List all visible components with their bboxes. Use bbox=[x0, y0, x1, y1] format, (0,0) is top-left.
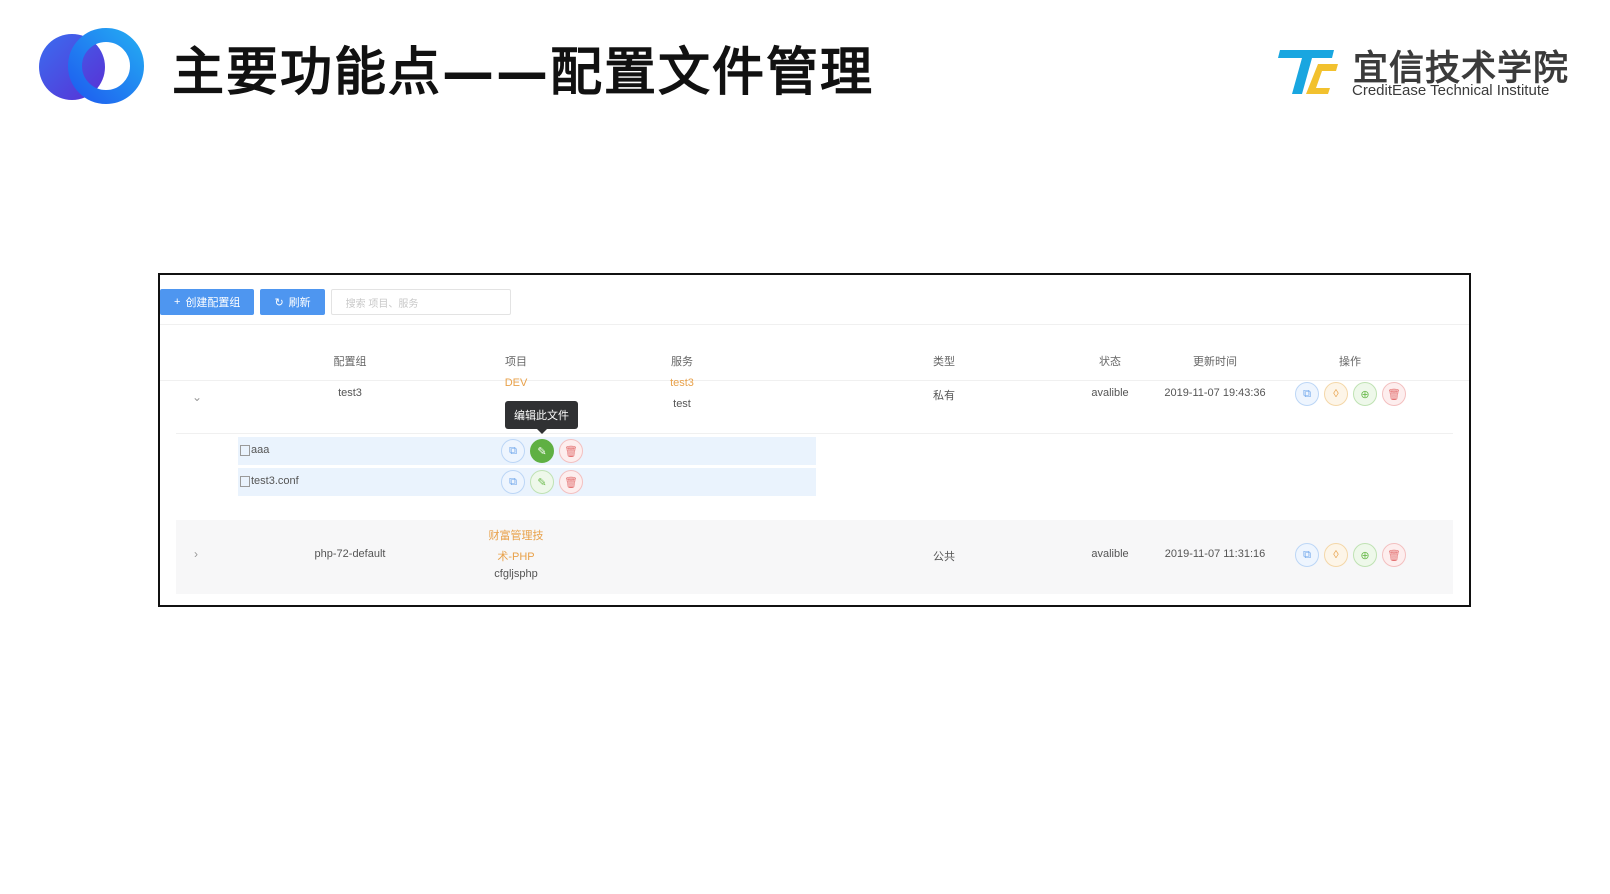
header-group: 配置组 bbox=[333, 356, 367, 368]
trash-icon[interactable]: 🗑 bbox=[559, 470, 583, 494]
header-service: 服务 bbox=[671, 356, 693, 368]
row-service-text: test bbox=[673, 398, 691, 410]
trash-icon[interactable]: 🗑 bbox=[1382, 382, 1406, 406]
refresh-icon: ↻ bbox=[274, 296, 284, 309]
chevron-right-icon[interactable]: › bbox=[194, 547, 198, 561]
edit-icon[interactable]: ✎ bbox=[530, 439, 554, 463]
search-input[interactable]: 搜索 项目、服务 bbox=[330, 289, 511, 315]
toolbar: + 创建配置组 ↻ 刷新 搜索 项目、服务 bbox=[160, 289, 511, 315]
file-icon bbox=[240, 475, 250, 487]
file-name-text: test3.conf bbox=[251, 475, 299, 487]
brand-logo: 宜信技术学院 CreditEase Technical Institute bbox=[1278, 40, 1598, 104]
row-updated: 2019-11-07 19:43:36 bbox=[1164, 387, 1266, 399]
row-group: php-72-default bbox=[314, 548, 386, 560]
chevron-down-icon[interactable]: ⌄ bbox=[192, 390, 202, 404]
row-updated: 2019-11-07 11:31:16 bbox=[1164, 548, 1266, 560]
header-project: 项目 bbox=[505, 356, 527, 368]
plus-circle-icon[interactable]: ⊕ bbox=[1353, 543, 1377, 567]
trash-icon[interactable]: 🗑 bbox=[559, 439, 583, 463]
tooltip: 编辑此文件 bbox=[505, 401, 578, 434]
row-actions: ⧉ ◊ ⊕ 🗑 bbox=[1295, 543, 1406, 567]
file-actions: ⧉ ✎ 🗑 bbox=[501, 439, 583, 463]
row-project-code: cfgljsphp bbox=[494, 568, 538, 580]
file-icon bbox=[240, 444, 250, 456]
refresh-button[interactable]: ↻ 刷新 bbox=[260, 289, 325, 315]
create-config-group-label: 创建配置组 bbox=[185, 297, 241, 309]
row-group: test3 bbox=[338, 387, 362, 399]
edit-icon[interactable]: ✎ bbox=[530, 470, 554, 494]
row-service-link[interactable]: test3 bbox=[670, 377, 694, 389]
row-type: 私有 bbox=[933, 390, 955, 402]
header-status: 状态 bbox=[1099, 356, 1121, 368]
row-type: 公共 bbox=[933, 551, 955, 563]
plus-circle-icon[interactable]: ⊕ bbox=[1353, 382, 1377, 406]
copy-icon[interactable]: ⧉ bbox=[1295, 543, 1319, 567]
copy-icon[interactable]: ⧉ bbox=[1295, 382, 1319, 406]
header-type: 类型 bbox=[933, 356, 955, 368]
header-updated: 更新时间 bbox=[1193, 356, 1237, 368]
toolbar-divider bbox=[160, 324, 1469, 325]
plus-icon: + bbox=[174, 296, 181, 308]
file-name-text: aaa bbox=[251, 444, 270, 456]
refresh-label: 刷新 bbox=[288, 297, 311, 309]
search-placeholder: 搜索 项目、服务 bbox=[345, 298, 419, 310]
file-name[interactable]: test3.conf bbox=[240, 475, 299, 487]
file-row: test3.conf ⧉ ✎ 🗑 bbox=[238, 468, 816, 496]
copy-icon[interactable]: ⧉ bbox=[501, 439, 525, 463]
slide-title: 主要功能点——配置文件管理 bbox=[172, 43, 875, 103]
row-project-line2[interactable]: 术-PHP bbox=[497, 548, 534, 564]
trash-icon[interactable]: 🗑 bbox=[1382, 543, 1406, 567]
row-status: avalible bbox=[1091, 548, 1129, 560]
row-actions: ⧉ ◊ ⊕ 🗑 bbox=[1295, 382, 1406, 406]
bulb-icon[interactable]: ◊ bbox=[1324, 382, 1348, 406]
logo-rings-icon bbox=[39, 28, 144, 104]
row-project[interactable]: DEV bbox=[505, 377, 528, 389]
config-manager-screenshot: + 创建配置组 ↻ 刷新 搜索 项目、服务 配置组 项目 服务 类型 状态 更新… bbox=[158, 273, 1471, 607]
create-config-group-button[interactable]: + 创建配置组 bbox=[160, 289, 255, 315]
file-actions: ⧉ ✎ 🗑 bbox=[501, 470, 583, 494]
header-actions: 操作 bbox=[1339, 356, 1361, 368]
tc-logo-icon bbox=[1278, 50, 1338, 94]
copy-icon[interactable]: ⧉ bbox=[501, 470, 525, 494]
brand-name-en: CreditEase Technical Institute bbox=[1352, 82, 1550, 99]
row-status: avalible bbox=[1091, 387, 1129, 399]
file-name[interactable]: aaa bbox=[240, 444, 269, 456]
file-row: aaa ⧉ ✎ 🗑 bbox=[238, 437, 816, 465]
row-project[interactable]: 财富管理技 bbox=[489, 527, 544, 543]
bulb-icon[interactable]: ◊ bbox=[1324, 543, 1348, 567]
